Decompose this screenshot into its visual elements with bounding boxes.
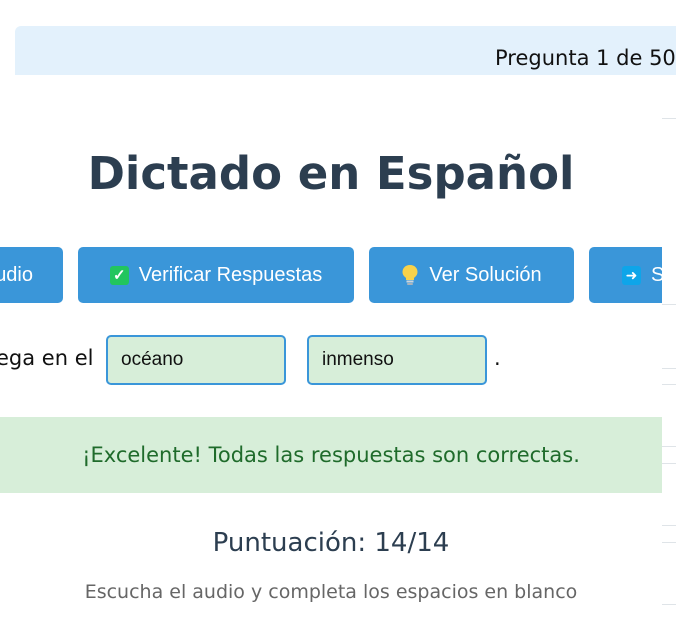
edge-divider bbox=[662, 118, 676, 119]
score-display: Puntuación: 14/14 bbox=[212, 528, 450, 558]
edge-divider bbox=[662, 604, 676, 605]
arrow-right-icon: ➜ bbox=[622, 265, 641, 285]
edge-divider bbox=[662, 304, 676, 305]
edge-divider bbox=[662, 384, 676, 385]
sentence-text-end: . bbox=[494, 346, 501, 370]
dictation-card: Dictado en Español udio ✓ Verificar Resp… bbox=[0, 75, 662, 622]
next-question-label: S bbox=[651, 263, 662, 286]
dictation-sentence: ega en el . bbox=[0, 335, 662, 385]
lightbulb-icon bbox=[401, 264, 419, 286]
app-root: Pregunta 1 de 50 Dictado en Español udio… bbox=[0, 0, 676, 622]
question-progress: Pregunta 1 de 50 bbox=[495, 46, 676, 70]
page-title: Dictado en Español bbox=[87, 147, 575, 200]
show-solution-button[interactable]: Ver Solución bbox=[369, 247, 574, 303]
check-icon: ✓ bbox=[109, 265, 129, 285]
background-list-edge bbox=[662, 75, 676, 622]
edge-divider bbox=[662, 446, 676, 447]
instructions-text: Escucha el audio y completa los espacios… bbox=[84, 581, 578, 603]
verify-answers-button[interactable]: ✓ Verificar Respuestas bbox=[78, 247, 354, 303]
answer-input-2[interactable] bbox=[307, 335, 487, 385]
verify-answers-label: Verificar Respuestas bbox=[138, 263, 323, 286]
edge-divider bbox=[662, 463, 676, 464]
sentence-text-prefix: ega en el bbox=[0, 346, 94, 370]
next-question-button[interactable]: ➜ S bbox=[589, 247, 662, 303]
play-audio-label: udio bbox=[0, 263, 33, 286]
play-audio-button[interactable]: udio bbox=[0, 247, 63, 303]
edge-divider bbox=[662, 368, 676, 369]
answer-input-1[interactable] bbox=[106, 335, 286, 385]
show-solution-label: Ver Solución bbox=[429, 263, 542, 286]
edge-divider bbox=[662, 542, 676, 543]
edge-divider bbox=[662, 525, 676, 526]
feedback-message: ¡Excelente! Todas las respuestas son cor… bbox=[0, 417, 662, 493]
